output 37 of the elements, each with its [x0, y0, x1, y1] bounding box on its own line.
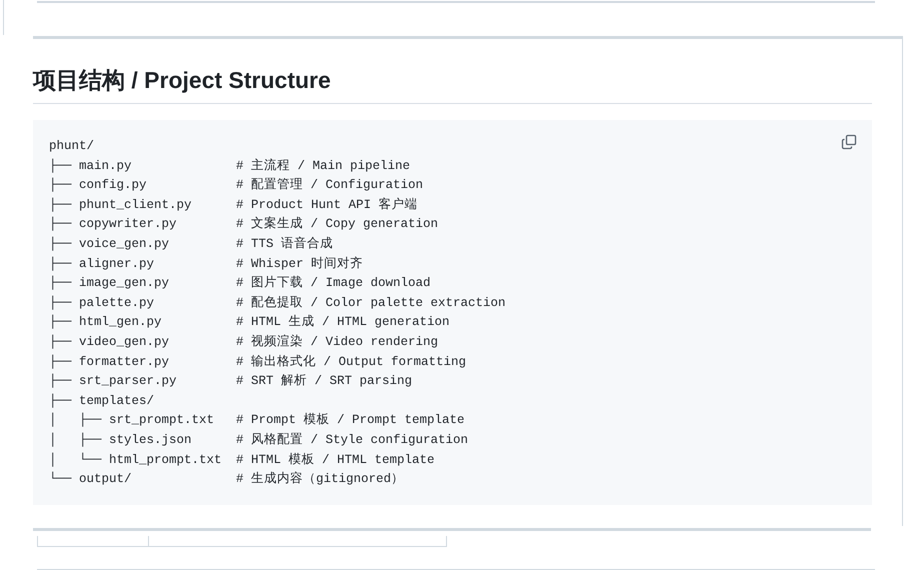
file-tree-entry: ├── formatter.py [49, 354, 170, 371]
file-tree-entry: │ ├── srt_prompt.txt [49, 412, 216, 430]
code-comment: # 文案生成 / Copy generation [236, 215, 438, 234]
file-tree-entry: └── output/ [49, 470, 133, 488]
code-comment: # 视频渲染 / Video rendering [236, 334, 438, 351]
section-heading: 项目结构 / Project Structure [33, 39, 872, 104]
code-comment: # Whisper 时间对齐 [236, 256, 364, 273]
code-comment: # Prompt 模板 / Prompt template [236, 412, 465, 430]
code-comment: # 配色提取 / Color palette extraction [236, 294, 506, 312]
file-tree-entry: │ ├── styles.json [49, 432, 193, 449]
file-tree-entry: ├── html_gen.py [49, 314, 163, 332]
file-tree-entry: ├── templates/ [49, 392, 156, 410]
code-comment: # SRT 解析 / SRT parsing [236, 372, 412, 390]
copy-icon [841, 134, 857, 150]
code-comment: # 配置管理 / Configuration [236, 176, 424, 194]
code-comment: # 生成内容（gitignored） [236, 470, 404, 488]
file-tree-entry: ├── phunt_client.py [49, 196, 193, 214]
copy-button[interactable] [840, 133, 858, 151]
file-tree-entry: ├── voice_gen.py [49, 236, 170, 253]
file-tree-entry: ├── main.py [49, 158, 133, 175]
file-tree-entry: │ └── html_prompt.txt [49, 452, 223, 469]
code-comment: # HTML 模板 / HTML template [236, 452, 435, 468]
file-tree-entry: ├── aligner.py [49, 256, 156, 273]
code-comment: # 主流程 / Main pipeline [236, 158, 410, 175]
code-comment: # 风格配置 / Style configuration [236, 432, 468, 449]
file-tree-entry: ├── copywriter.py [49, 216, 178, 234]
code-comment: # 图片下载 / Image download [236, 274, 431, 292]
code-comment: # 输出格式化 / Output formatting [236, 354, 466, 371]
file-tree-entry: ├── srt_parser.py [49, 372, 178, 390]
file-tree-entry: ├── palette.py [49, 294, 156, 312]
file-tree-entry: ├── config.py [49, 176, 148, 194]
file-tree-entry: ├── image_gen.py [49, 274, 170, 292]
file-tree-entry: ├── video_gen.py [49, 334, 170, 351]
directory-name: phunt/ [49, 138, 96, 155]
code-comment: # TTS 语音合成 [236, 236, 334, 253]
code-comment: # Product Hunt API 客户端 [236, 196, 418, 214]
code-comment: # HTML 生成 / HTML generation [236, 314, 450, 332]
